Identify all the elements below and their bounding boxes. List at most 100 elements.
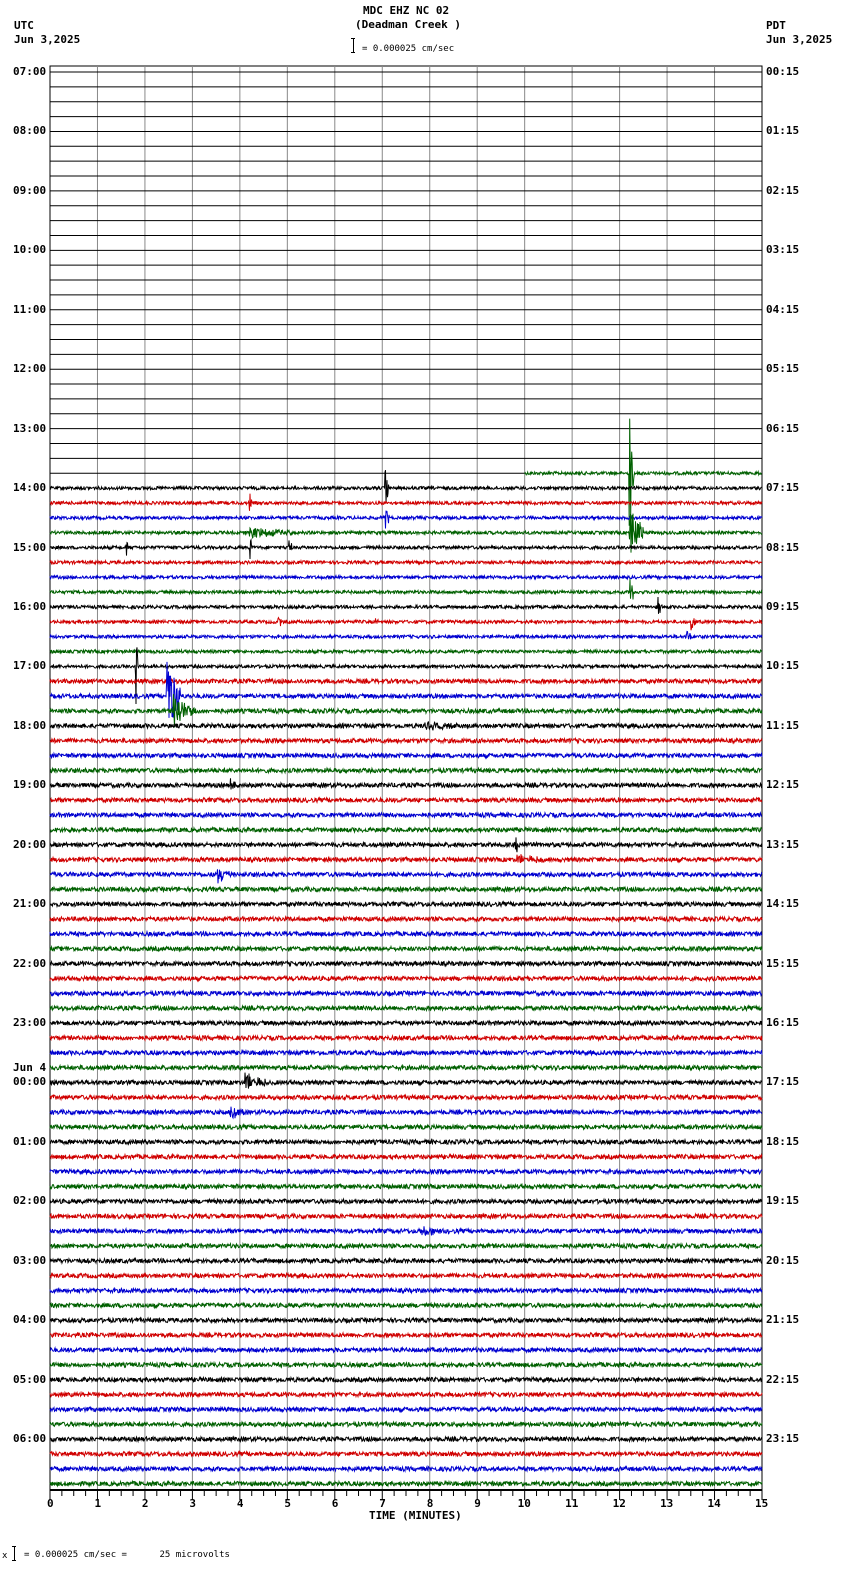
seismic-trace bbox=[49, 869, 763, 884]
seismic-trace bbox=[49, 1286, 763, 1295]
seismic-trace bbox=[49, 1330, 763, 1340]
utc-hour-label: 06:00 bbox=[13, 1432, 47, 1446]
seismic-trace bbox=[49, 885, 763, 894]
seismic-trace bbox=[49, 694, 763, 728]
seismic-trace bbox=[49, 558, 762, 566]
seismic-trace bbox=[49, 1301, 763, 1310]
x-tick-label: 1 bbox=[94, 1497, 102, 1510]
seismic-trace bbox=[49, 1033, 763, 1043]
seismic-trace bbox=[49, 1464, 763, 1473]
seismic-trace bbox=[49, 1106, 762, 1120]
utc-hour-label: 23:00 bbox=[13, 1016, 47, 1030]
x-tick-label: 13 bbox=[660, 1497, 674, 1510]
seismic-trace bbox=[49, 1405, 763, 1414]
date-change-label: Jun 4 bbox=[13, 1061, 47, 1075]
utc-hour-label: 17:00 bbox=[13, 659, 47, 673]
seismic-trace bbox=[49, 1434, 763, 1444]
pdt-time-label: 18:15 bbox=[766, 1134, 800, 1148]
pdt-time-label: 02:15 bbox=[766, 183, 800, 197]
seismic-trace bbox=[50, 537, 763, 560]
seismic-trace bbox=[49, 1479, 763, 1488]
seismic-trace bbox=[49, 778, 763, 790]
utc-hour-label: 21:00 bbox=[13, 897, 47, 911]
seismic-trace bbox=[49, 573, 763, 581]
seismic-trace bbox=[49, 1390, 763, 1399]
pdt-time-label: 03:15 bbox=[766, 243, 800, 257]
x-tick-label: 4 bbox=[236, 1497, 244, 1510]
seismic-trace bbox=[49, 1122, 763, 1131]
footer-scale-bar-icon bbox=[12, 1546, 16, 1561]
x-tick-label: 3 bbox=[189, 1497, 197, 1510]
seismic-trace bbox=[524, 418, 763, 526]
x-tick-label: 0 bbox=[47, 1497, 54, 1510]
seismic-trace bbox=[49, 810, 762, 820]
x-tick-label: 11 bbox=[565, 1497, 579, 1510]
seismic-trace bbox=[49, 900, 763, 909]
pdt-time-label: 21:15 bbox=[766, 1313, 800, 1327]
seismic-trace bbox=[49, 579, 763, 600]
footer-scale-label: = 0.000025 cm/sec = 25 microvolts bbox=[24, 1550, 230, 1560]
seismic-trace bbox=[49, 1152, 763, 1161]
pdt-time-label: 07:15 bbox=[766, 481, 800, 495]
seismic-trace bbox=[49, 914, 763, 924]
seismic-trace bbox=[49, 1241, 763, 1251]
utc-hour-label: 11:00 bbox=[13, 302, 47, 316]
seismic-trace bbox=[49, 736, 763, 745]
utc-hour-label: 20:00 bbox=[13, 837, 47, 851]
pdt-time-label: 14:15 bbox=[766, 897, 800, 911]
seismic-trace bbox=[49, 929, 763, 938]
seismic-trace bbox=[49, 510, 763, 529]
seismic-trace bbox=[49, 766, 763, 775]
seismic-trace bbox=[49, 1226, 763, 1236]
x-tick-label: 10 bbox=[517, 1497, 531, 1510]
seismic-trace bbox=[49, 1048, 763, 1057]
seismic-trace bbox=[49, 1063, 763, 1072]
seismic-trace bbox=[49, 630, 763, 641]
x-tick-label: 5 bbox=[284, 1497, 291, 1510]
utc-hour-label: 18:00 bbox=[13, 718, 47, 732]
seismic-trace bbox=[49, 944, 763, 953]
utc-hour-label: 02:00 bbox=[13, 1194, 47, 1208]
utc-hour-label: 12:00 bbox=[13, 362, 47, 376]
utc-hour-label: 19:00 bbox=[13, 778, 47, 792]
seismic-trace bbox=[50, 1018, 763, 1027]
utc-hour-label: 07:00 bbox=[13, 65, 47, 78]
seismic-trace bbox=[49, 959, 763, 968]
pdt-time-label: 17:15 bbox=[766, 1075, 800, 1089]
utc-hour-label: 05:00 bbox=[13, 1372, 47, 1386]
seismic-trace bbox=[49, 1316, 763, 1325]
utc-hour-label: 03:00 bbox=[13, 1253, 47, 1267]
x-tick-label: 2 bbox=[141, 1497, 149, 1510]
seismic-trace bbox=[49, 837, 763, 853]
pdt-time-label: 22:15 bbox=[766, 1372, 800, 1386]
seismic-trace bbox=[49, 1197, 763, 1206]
utc-hour-label: 16:00 bbox=[13, 599, 47, 613]
utc-hour-label: 01:00 bbox=[13, 1134, 47, 1148]
seismic-trace bbox=[49, 854, 763, 864]
pdt-time-label: 11:15 bbox=[766, 718, 800, 732]
seismic-trace bbox=[50, 1345, 763, 1354]
pdt-time-label: 00:15 bbox=[766, 65, 800, 78]
seismic-trace bbox=[49, 989, 763, 998]
utc-hour-label: 14:00 bbox=[13, 481, 47, 495]
pdt-time-label: 19:15 bbox=[766, 1194, 800, 1208]
x-axis-label: TIME (MINUTES) bbox=[369, 1509, 462, 1522]
pdt-time-label: 20:15 bbox=[766, 1253, 800, 1267]
x-tick-label: 15 bbox=[755, 1497, 769, 1510]
utc-hour-label: 00:00 bbox=[13, 1075, 47, 1089]
utc-hour-label: 08:00 bbox=[13, 124, 47, 138]
utc-hour-label: 15:00 bbox=[13, 540, 47, 554]
utc-hour-label: 04:00 bbox=[13, 1313, 47, 1327]
helicorder-plot bbox=[49, 65, 763, 1500]
seismic-trace bbox=[49, 616, 763, 631]
seismic-trace bbox=[50, 796, 763, 804]
seismic-trace bbox=[49, 1182, 763, 1191]
seismic-trace bbox=[49, 1256, 763, 1265]
pdt-time-label: 04:15 bbox=[766, 302, 800, 316]
seismic-trace bbox=[49, 1360, 763, 1369]
seismic-trace bbox=[49, 677, 763, 686]
x-tick-label: 9 bbox=[474, 1497, 481, 1510]
pdt-time-label: 05:15 bbox=[766, 362, 800, 376]
seismic-trace bbox=[49, 493, 763, 511]
utc-hour-label: 10:00 bbox=[13, 243, 47, 257]
